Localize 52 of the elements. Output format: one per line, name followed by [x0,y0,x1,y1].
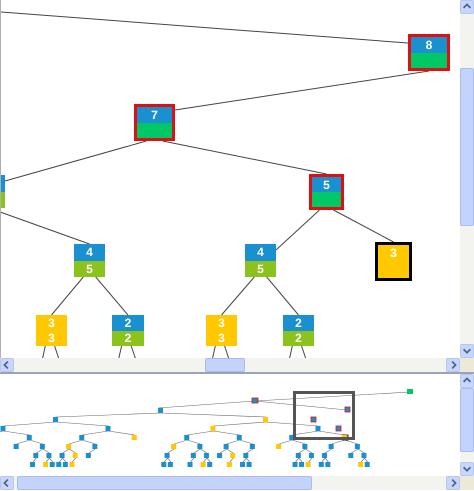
node-value: 2 [124,332,132,344]
scroll-down-button[interactable] [460,462,474,476]
node-value: 3 [48,316,55,329]
scroll-thumb[interactable] [17,476,312,490]
node-value: 3 [218,332,225,344]
scroll-thumb[interactable] [205,358,245,372]
scroll-up-button[interactable] [460,374,474,388]
scroll-left-button[interactable] [0,358,14,372]
tree-node[interactable]: 5 [309,174,344,210]
connector-line [224,346,230,358]
connector-line [130,346,136,358]
scroll-thumb[interactable] [460,388,474,452]
scrollbar-corner [460,358,474,372]
connector-line [301,346,307,358]
tree-node[interactable]: 8 [408,34,450,71]
node-value: 4 [257,246,264,258]
connector-line [54,346,60,358]
connector-line [95,276,128,316]
scroll-thumb[interactable] [460,68,474,226]
node-value: 5 [323,178,330,190]
connector-line [212,346,216,358]
scroll-up-button[interactable] [460,0,474,14]
vertical-scrollbar[interactable] [460,374,474,476]
scrollbar-corner [460,476,474,490]
node-value: 4 [86,246,93,258]
scroll-right-button[interactable] [446,358,460,372]
node-value: 3 [218,316,225,329]
node-value: 3 [390,247,397,260]
connector-line [118,346,122,358]
node-value: 2 [124,316,132,329]
node-value: 7 [151,108,158,121]
node-value: 8 [426,38,432,51]
connector-line [51,276,84,316]
horizontal-scrollbar[interactable] [0,358,460,372]
connector-line [333,210,394,242]
connector-line [266,276,299,316]
node-value: 5 [86,262,93,275]
horizontal-scrollbar[interactable] [0,476,460,490]
connector-line [276,210,320,250]
connector-line [42,346,46,358]
scroll-right-button[interactable] [446,476,460,490]
node-value: 2 [295,332,302,344]
node-value: 3 [48,332,55,344]
vertical-scrollbar[interactable] [460,0,474,358]
connector-line [221,276,255,316]
connector-line [288,346,293,358]
scroll-down-button[interactable] [460,344,474,358]
tree-node[interactable]: 7 [134,104,175,141]
viewport-frame[interactable] [293,391,355,440]
node-value: 5 [257,262,264,275]
node-value: 2 [295,316,302,329]
scroll-left-button[interactable] [0,476,14,490]
